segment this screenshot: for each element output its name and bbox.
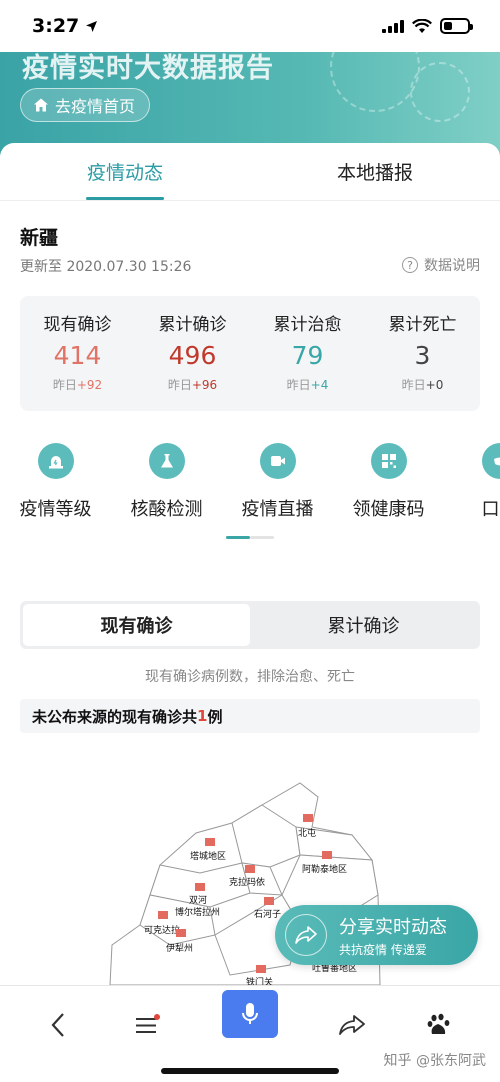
cellular-signal-icon (382, 19, 404, 33)
map-flag-icon (158, 911, 168, 919)
service-health-code[interactable]: 领健康码 (333, 443, 444, 533)
clock-text: 3:27 (32, 15, 80, 37)
map-flag-icon (322, 851, 332, 859)
stat-label: 累计死亡 (388, 315, 457, 335)
service-label: 疫情等级 (19, 499, 92, 520)
alarm-icon (48, 456, 63, 469)
stat-current-confirmed: 现有确诊 414 昨日+92 (20, 296, 135, 411)
share-icon (285, 914, 327, 956)
baidu-paw-icon (427, 1013, 450, 1034)
service-epidemic-level[interactable]: 疫情等级 (0, 443, 111, 533)
map-label: 伊犁州 (166, 944, 194, 954)
stat-total-deaths: 累计死亡 3 昨日+0 (365, 296, 480, 411)
home-button-label: 去疫情首页 (55, 97, 136, 116)
wifi-icon (412, 18, 432, 33)
stat-value: 414 (53, 341, 102, 370)
location-arrow-icon (86, 20, 98, 32)
map-label: 石河子 (254, 910, 282, 920)
stat-label: 现有确诊 (43, 315, 112, 335)
service-mask[interactable]: 口罩 (444, 443, 500, 533)
page-indicator (226, 536, 274, 539)
virus-decoration-icon (410, 62, 470, 122)
map-flag-icon (205, 838, 215, 846)
update-time: 更新至 2020.07.30 15:26 (20, 259, 192, 275)
epidemic-home-button[interactable]: 去疫情首页 (20, 88, 151, 122)
service-live-broadcast[interactable]: 疫情直播 (222, 443, 333, 533)
share-text: 分享实时动态 共抗疫情 传递爱 (339, 913, 447, 958)
back-button[interactable] (33, 1000, 83, 1050)
service-label: 核酸检测 (130, 499, 203, 520)
tab-local-news[interactable]: 本地播报 (250, 143, 500, 200)
voice-search-button[interactable] (222, 990, 278, 1038)
stat-total-cured: 累计治愈 79 昨日+4 (250, 296, 365, 411)
stat-value: 496 (168, 341, 217, 370)
virus-decoration-icon (330, 52, 420, 112)
stat-label: 累计确诊 (158, 315, 227, 335)
map-flag-icon (195, 883, 205, 891)
bottom-toolbar: 知乎 @张东阿武 (0, 985, 500, 1082)
map-label: 北屯 (298, 829, 317, 839)
baidu-button[interactable] (414, 1000, 464, 1050)
stat-value: 3 (414, 341, 431, 370)
map-flag-icon (303, 814, 313, 822)
watermark: 知乎 @张东阿武 (383, 1053, 486, 1069)
data-explain-label: 数据说明 (424, 258, 480, 274)
share-live-button[interactable]: 分享实时动态 共抗疫情 传递爱 (275, 905, 478, 965)
map-note: 现有确诊病例数，排除治愈、死亡 (145, 669, 355, 685)
map-label: 克拉玛依 (229, 878, 266, 888)
stat-delta: 昨日+96 (167, 378, 218, 392)
map-flag-icon (245, 865, 255, 873)
mask-icon (493, 457, 500, 466)
stat-total-confirmed: 累计确诊 496 昨日+96 (135, 296, 250, 411)
question-icon: ? (402, 257, 418, 273)
map-label: 塔城地区 (190, 852, 227, 862)
qr-code-icon (381, 454, 396, 468)
menu-button[interactable] (122, 1000, 172, 1050)
stat-delta: 昨日+0 (401, 378, 444, 392)
main-card: 疫情动态 本地播报 新疆 更新至 2020.07.30 15:26 ? 数据说明… (0, 143, 500, 575)
map-flag-icon (256, 965, 266, 973)
tab-bar: 疫情动态 本地播报 (0, 143, 500, 201)
stat-value: 79 (291, 341, 324, 370)
share-arrow-icon (339, 1015, 365, 1035)
stat-label: 累计治愈 (273, 315, 342, 335)
home-indicator[interactable] (161, 1068, 339, 1074)
tab-epidemic-updates[interactable]: 疫情动态 (0, 143, 250, 200)
status-time: 3:27 (32, 15, 98, 37)
home-icon (34, 98, 48, 112)
service-label: 口罩 (481, 499, 500, 520)
status-icons (382, 18, 473, 34)
microphone-icon (242, 1003, 258, 1024)
segment-current-confirmed[interactable]: 现有确诊 (23, 604, 250, 646)
battery-icon (440, 18, 473, 34)
map-label: 阿勒泰地区 (302, 865, 348, 875)
share-subtitle: 共抗疫情 传递爱 (339, 942, 427, 957)
service-label: 领健康码 (352, 499, 425, 520)
menu-icon (136, 1014, 160, 1033)
unsourced-cases-banner: 未公布来源的现有确诊共 1 例 (20, 699, 480, 733)
stats-panel: 现有确诊 414 昨日+92 累计确诊 496 昨日+96 累计治愈 79 昨日… (20, 296, 480, 411)
chevron-left-icon (51, 1013, 64, 1037)
share-title: 分享实时动态 (339, 916, 447, 938)
stat-delta: 昨日+92 (52, 378, 103, 392)
service-label: 疫情直播 (241, 499, 314, 520)
segment-total-confirmed[interactable]: 累计确诊 (250, 604, 477, 646)
video-icon (270, 456, 285, 466)
page: 3:27 疫情实时大数据报告 去疫情首页 疫情动态 本地播报 新疆 更新至 20… (0, 0, 500, 1082)
map-flag-icon (264, 897, 274, 905)
stat-delta: 昨日+4 (286, 378, 329, 392)
service-icons-row: 疫情等级 核酸检测 疫情直播 领健康码 口罩 (0, 443, 500, 533)
map-label: 可克达拉 (144, 926, 181, 936)
status-bar: 3:27 (0, 0, 500, 52)
page-title: 疫情实时大数据报告 (22, 53, 274, 84)
share-button[interactable] (327, 1000, 377, 1050)
data-explain-link[interactable]: ? 数据说明 (402, 255, 480, 275)
map-flag-icon (176, 929, 186, 937)
service-nucleic-test[interactable]: 核酸检测 (111, 443, 222, 533)
map-label: 博尔塔拉州 (175, 908, 221, 918)
case-type-segmented-control: 现有确诊 累计确诊 (20, 601, 480, 649)
region-name: 新疆 (20, 227, 59, 249)
flask-icon (160, 454, 173, 468)
